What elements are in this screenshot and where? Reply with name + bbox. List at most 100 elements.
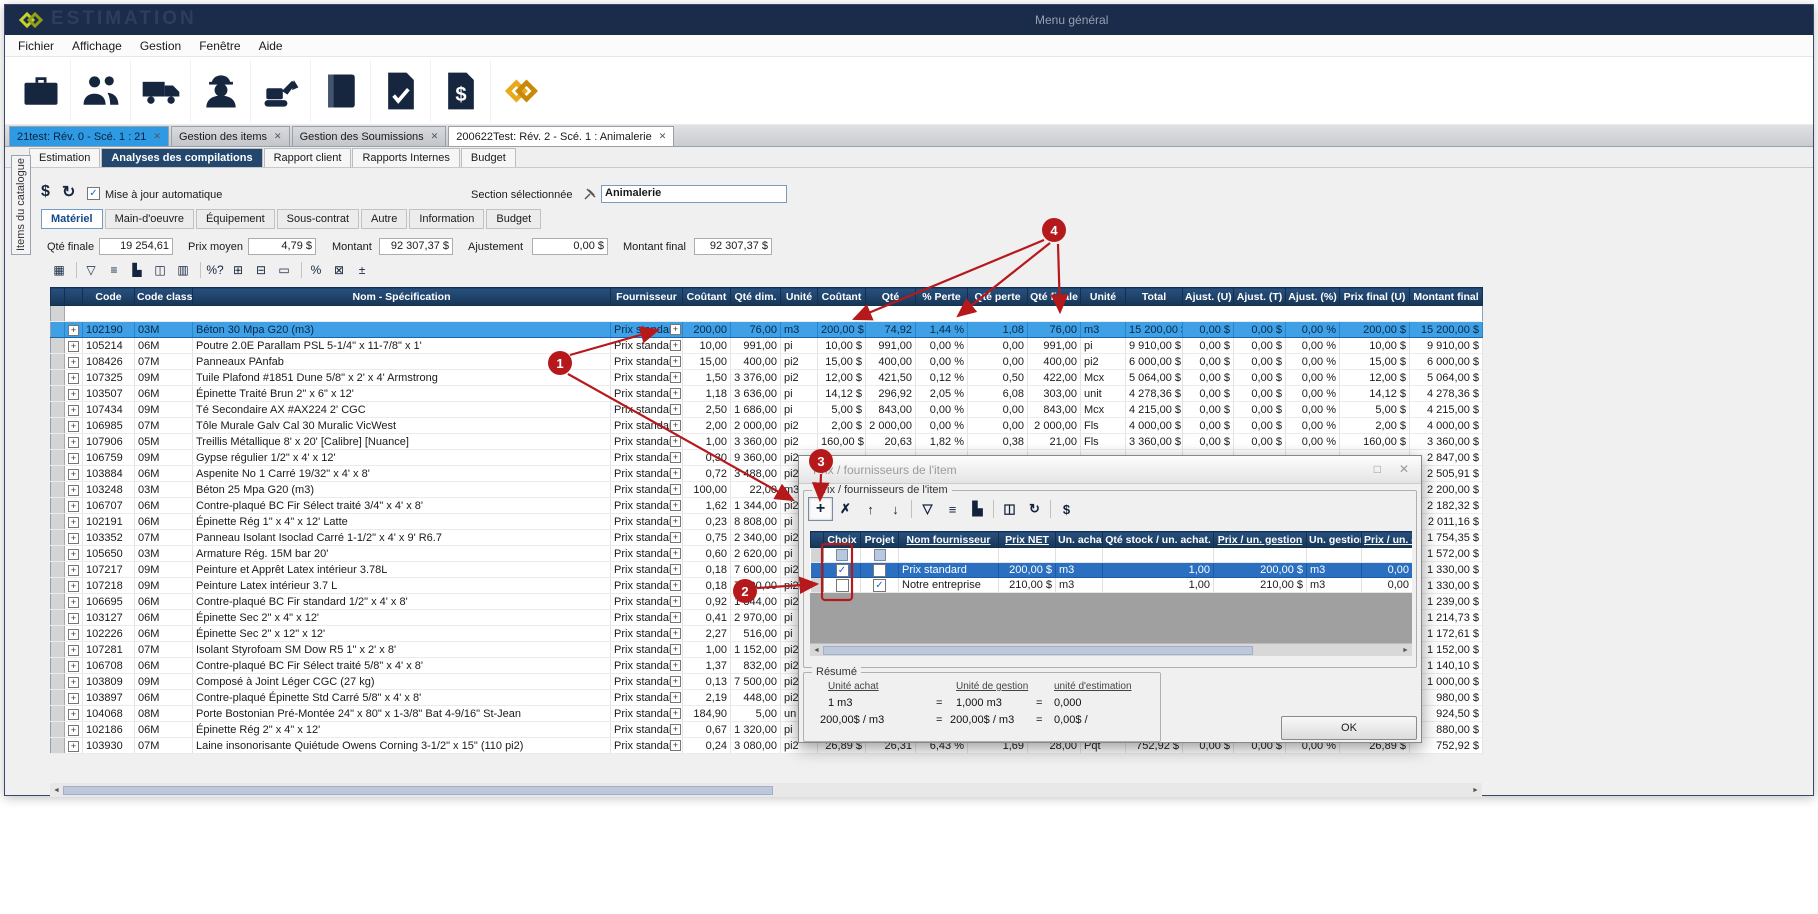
column-header[interactable]: Code bbox=[83, 288, 135, 306]
tab-close-icon[interactable]: ✕ bbox=[659, 131, 667, 142]
row-expander-icon[interactable]: + bbox=[68, 677, 79, 688]
column-header[interactable]: Prix final (U) bbox=[1340, 288, 1410, 306]
section-input[interactable]: Animalerie bbox=[601, 185, 787, 203]
row-expander-icon[interactable]: + bbox=[68, 709, 79, 720]
tab-analyses-compilations[interactable]: Analyses des compilations bbox=[101, 148, 262, 167]
row-expander-icon[interactable]: + bbox=[68, 661, 79, 672]
supplier-expander-icon[interactable]: + bbox=[670, 340, 681, 351]
row-expander-icon[interactable]: + bbox=[68, 357, 79, 368]
column-header[interactable]: Choix bbox=[824, 532, 861, 548]
table-row[interactable]: +10790605MTreillis Métallique 8' x 20' [… bbox=[51, 434, 1483, 450]
supplier-expander-icon[interactable]: + bbox=[670, 372, 681, 383]
row-expander-icon[interactable]: + bbox=[68, 437, 79, 448]
supplier-expander-icon[interactable]: + bbox=[670, 532, 681, 543]
column-header[interactable]: Ajust. (T) bbox=[1234, 288, 1286, 306]
supplier-expander-icon[interactable]: + bbox=[670, 564, 681, 575]
column-header[interactable]: Nom fournisseur bbox=[899, 532, 999, 548]
column-header[interactable]: Unité bbox=[781, 288, 818, 306]
supplier-expander-icon[interactable]: + bbox=[670, 484, 681, 495]
column-header[interactable]: Qté perte bbox=[968, 288, 1028, 306]
brand-diamond-icon[interactable] bbox=[491, 60, 551, 122]
supplier-expander-icon[interactable]: + bbox=[670, 356, 681, 367]
dialog-horizontal-scrollbar[interactable]: ◄ ► bbox=[810, 643, 1412, 656]
column-header[interactable]: Total bbox=[1126, 288, 1183, 306]
supplier-expander-icon[interactable]: + bbox=[670, 676, 681, 687]
row-expander-icon[interactable]: + bbox=[68, 485, 79, 496]
labor-resources-icon[interactable] bbox=[71, 60, 131, 122]
supplier-expander-icon[interactable]: + bbox=[670, 516, 681, 527]
column-header[interactable]: Code class. bbox=[135, 288, 193, 306]
column-header[interactable]: Projet bbox=[861, 532, 899, 548]
supplier-expander-icon[interactable]: + bbox=[670, 500, 681, 511]
table-row[interactable]: +10521406MPoutre 2.0E Parallam PSL 5-1/4… bbox=[51, 338, 1483, 354]
row-expander-icon[interactable]: + bbox=[68, 325, 79, 336]
supplier-expander-icon[interactable]: + bbox=[670, 324, 681, 335]
row-expander-icon[interactable]: + bbox=[68, 405, 79, 416]
tab-close-icon[interactable]: ✕ bbox=[274, 131, 282, 142]
row-expander-icon[interactable]: + bbox=[68, 565, 79, 576]
supplier-expander-icon[interactable]: + bbox=[670, 740, 681, 751]
scrollbar-thumb[interactable] bbox=[63, 786, 773, 795]
table-row[interactable]: +10743409MTé Secondaire AX #AX224 2' CGC… bbox=[51, 402, 1483, 418]
column-header[interactable]: Un. gestion bbox=[1307, 532, 1362, 548]
supplier-expander-icon[interactable]: + bbox=[670, 724, 681, 735]
horizontal-scrollbar[interactable]: ◄ ► bbox=[50, 783, 1482, 797]
column-header[interactable]: Qté bbox=[866, 288, 916, 306]
new-item-row[interactable] bbox=[51, 306, 1483, 322]
tab-close-icon[interactable]: ✕ bbox=[431, 131, 439, 142]
supplier-expander-icon[interactable]: + bbox=[670, 580, 681, 591]
montant-field[interactable]: 92 307,37 $ bbox=[379, 238, 453, 255]
tab-sous-contrat[interactable]: Sous-contrat bbox=[277, 209, 359, 229]
table-row[interactable]: +10698507MTôle Murale Galv Cal 30 Murali… bbox=[51, 418, 1483, 434]
table-row[interactable]: +10842607MPanneaux PAnfabPrix standard+1… bbox=[51, 354, 1483, 370]
refresh-icon[interactable]: ↻ bbox=[62, 182, 75, 202]
refresh-icon[interactable]: ↻ bbox=[1022, 497, 1047, 521]
prix-moyen-field[interactable]: 4,79 $ bbox=[248, 238, 316, 255]
billing-document-icon[interactable]: $ bbox=[431, 60, 491, 122]
project-briefcase-icon[interactable] bbox=[11, 60, 71, 122]
truck-icon[interactable]: ⊠ bbox=[329, 260, 349, 280]
supplier-expander-icon[interactable]: + bbox=[670, 548, 681, 559]
column-header[interactable]: Fournisseur bbox=[611, 288, 683, 306]
tab-autre[interactable]: Autre bbox=[361, 209, 407, 229]
choix-checkbox[interactable]: ✓ bbox=[836, 564, 849, 577]
row-expander-icon[interactable]: + bbox=[68, 469, 79, 480]
price-icon[interactable]: $ bbox=[1054, 497, 1079, 521]
scroll-right-icon[interactable]: ► bbox=[1469, 787, 1482, 794]
column-header[interactable]: Un. achat bbox=[1056, 532, 1103, 548]
tab-gestion-items[interactable]: Gestion des items ✕ bbox=[171, 126, 290, 146]
supplier-row[interactable]: ✓ Prix standard 200,00 $ m3 1,00 200,00 … bbox=[811, 563, 1413, 578]
supplier-expander-icon[interactable]: + bbox=[670, 436, 681, 447]
row-expander-icon[interactable]: + bbox=[68, 421, 79, 432]
pin-icon[interactable] bbox=[583, 187, 597, 201]
tab-equipement[interactable]: Équipement bbox=[196, 209, 275, 229]
supplier-expander-icon[interactable]: + bbox=[670, 612, 681, 623]
print-icon[interactable]: ◫ bbox=[997, 497, 1022, 521]
rows-icon[interactable]: ≡ bbox=[104, 260, 124, 280]
column-header[interactable]: Ajust. (%) bbox=[1286, 288, 1340, 306]
row-expander-icon[interactable]: + bbox=[68, 533, 79, 544]
supplier-truck-icon[interactable] bbox=[131, 60, 191, 122]
supplier-expander-icon[interactable]: + bbox=[670, 628, 681, 639]
percent-assist-icon[interactable]: %? bbox=[205, 260, 225, 280]
row-expander-icon[interactable]: + bbox=[68, 645, 79, 656]
choix-select-all-checkbox[interactable] bbox=[836, 549, 848, 561]
supplier-expander-icon[interactable]: + bbox=[670, 708, 681, 719]
ajustement-field[interactable]: 0,00 $ bbox=[532, 238, 608, 255]
auto-update-checkbox[interactable]: ✓ bbox=[87, 187, 100, 200]
tab-rapports-internes[interactable]: Rapports Internes bbox=[352, 148, 459, 167]
table-row[interactable]: +10350706MÉpinette Traité Brun 2" x 6" x… bbox=[51, 386, 1483, 402]
tab-200622test-animalerie[interactable]: 200622Test: Rév. 2 - Scé. 1 : Animalerie… bbox=[448, 126, 674, 146]
sidebar-tab-items-catalogue[interactable]: Items du catalogue bbox=[11, 155, 31, 255]
column-header[interactable]: Qté stock / un. achat. bbox=[1103, 532, 1214, 548]
tab-rapport-client[interactable]: Rapport client bbox=[264, 148, 352, 167]
calendar-icon[interactable]: ⊟ bbox=[251, 260, 271, 280]
supplier-expander-icon[interactable]: + bbox=[670, 468, 681, 479]
supplier-expander-icon[interactable]: + bbox=[670, 660, 681, 671]
row-expander-icon[interactable]: + bbox=[68, 373, 79, 384]
choix-checkbox[interactable] bbox=[836, 579, 849, 592]
projet-select-all-checkbox[interactable] bbox=[874, 549, 886, 561]
estimation-document-icon[interactable] bbox=[371, 60, 431, 122]
supplier-expander-icon[interactable]: + bbox=[670, 596, 681, 607]
ok-button[interactable]: OK bbox=[1281, 716, 1417, 740]
